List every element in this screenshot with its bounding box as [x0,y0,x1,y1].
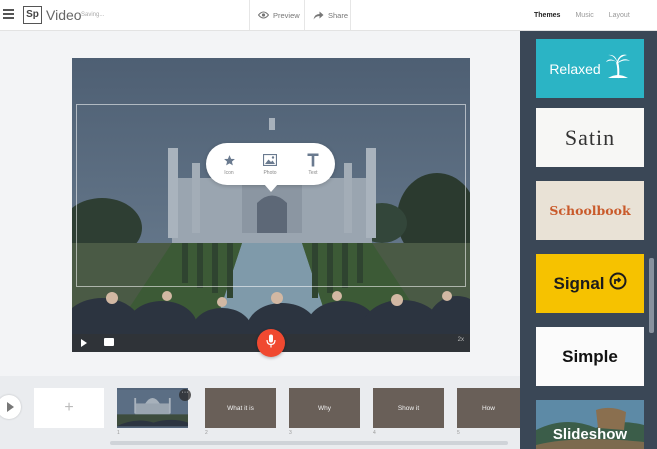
app-logo: Sp [23,6,42,24]
slide-thumbnail[interactable]: Show it [373,388,444,428]
share-arrow-icon [313,11,324,20]
themes-scrollbar[interactable] [649,258,654,333]
panel-tabs: Themes Music Layout [519,0,657,30]
eye-icon [258,11,269,19]
slide-thumbnail[interactable]: What it is [205,388,276,428]
slide-number: 3 [289,430,292,436]
play-icon[interactable] [81,339,87,347]
slide-number: 4 [373,430,376,436]
themes-panel: Relaxed Satin Schoolbook Signal Simple S… [520,31,657,449]
theme-label: Satin [564,124,616,150]
top-bar: Sp Video Saving... Preview Share Themes … [0,0,657,31]
photo-icon [255,152,285,168]
tab-layout[interactable]: Layout [609,12,630,19]
insert-text-label: Text [308,170,318,176]
theme-label: Schoolbook [549,203,631,218]
record-button[interactable] [257,329,285,357]
slide-thumbnail[interactable] [117,388,188,428]
insert-popup: Icon Photo Text [206,143,335,192]
tab-music[interactable]: Music [575,12,593,19]
theme-label: Signal [553,273,605,293]
text-icon [298,152,328,168]
theme-label: Relaxed [549,60,601,77]
insert-photo-label: Photo [263,170,277,176]
theme-simple[interactable]: Simple [536,327,644,386]
microphone-icon [266,334,276,353]
theme-schoolbook[interactable]: Schoolbook [536,181,644,240]
slide-number: 2 [205,430,208,436]
slide-number: 1 [117,430,120,436]
theme-label: Simple [562,346,618,366]
theme-satin[interactable]: Satin [536,108,644,167]
menu-icon[interactable] [3,9,14,19]
theme-signal[interactable]: Signal [536,254,644,313]
add-slide-button[interactable]: + [34,388,104,428]
caption-icon[interactable] [104,338,114,346]
theme-slideshow[interactable]: Slideshow [536,400,644,449]
signal-arrow-icon [609,272,627,295]
star-icon [214,152,244,168]
theme-label: Slideshow [552,426,628,443]
app-title: Video [46,7,82,23]
save-status: Saving... [81,12,105,18]
text-selection-frame[interactable] [76,104,466,287]
slide-photo-thumbnail [117,389,188,427]
preview-label: Preview [273,10,300,20]
slide-number: 5 [457,430,460,436]
insert-icon-option[interactable]: Icon [214,152,244,176]
timeline-scrollbar[interactable] [110,441,508,445]
slide-thumbnail[interactable]: Why [289,388,360,428]
insert-text-option[interactable]: Text [298,152,328,176]
preview-button[interactable]: Preview [249,0,304,30]
tab-themes[interactable]: Themes [534,12,560,19]
insert-photo-option[interactable]: Photo [255,152,285,176]
slide-options-button[interactable]: ··· [179,389,191,401]
palm-tree-icon [605,53,631,84]
theme-relaxed[interactable]: Relaxed [536,39,644,98]
slide-thumbnail[interactable]: How [457,388,520,428]
share-label: Share [328,10,349,20]
insert-icon-label: Icon [224,170,234,176]
speed-toggle[interactable]: 2x [458,337,464,343]
share-button[interactable]: Share [304,0,351,30]
